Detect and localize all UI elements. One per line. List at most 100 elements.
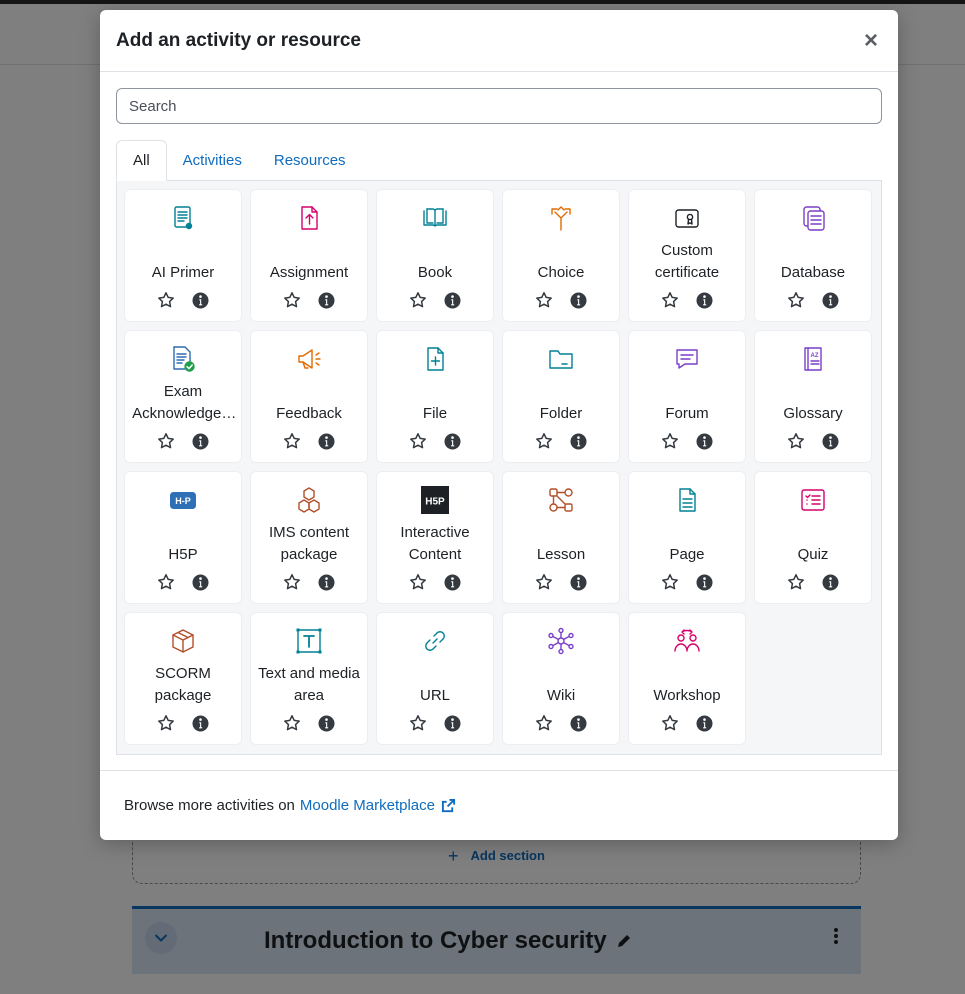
info-icon[interactable]	[192, 714, 210, 732]
info-icon[interactable]	[822, 432, 840, 450]
activity-label: Feedback	[255, 377, 363, 425]
h5p-icon: H-P	[167, 484, 199, 516]
star-icon[interactable]	[283, 573, 301, 591]
info-icon[interactable]	[570, 291, 588, 309]
activity-actions	[377, 291, 493, 309]
star-icon[interactable]	[283, 714, 301, 732]
star-icon[interactable]	[787, 573, 805, 591]
activity-label: Database	[759, 236, 867, 284]
activity-card-book[interactable]: Book	[376, 189, 494, 322]
star-icon[interactable]	[283, 291, 301, 309]
activity-card-custom-certificate[interactable]: Custom certificate	[628, 189, 746, 322]
activity-label: Glossary	[759, 377, 867, 425]
star-icon[interactable]	[283, 432, 301, 450]
info-icon[interactable]	[318, 291, 336, 309]
svg-text:H5P: H5P	[425, 497, 445, 508]
star-icon[interactable]	[535, 291, 553, 309]
star-icon[interactable]	[409, 573, 427, 591]
star-icon[interactable]	[661, 291, 679, 309]
tab-activities[interactable]: Activities	[167, 140, 258, 181]
info-icon[interactable]	[444, 573, 462, 591]
activity-card-file[interactable]: File	[376, 330, 494, 463]
info-icon[interactable]	[444, 432, 462, 450]
star-icon[interactable]	[661, 573, 679, 591]
activity-card-forum[interactable]: Forum	[628, 330, 746, 463]
activity-actions	[503, 573, 619, 591]
moodle-marketplace-link[interactable]: Moodle Marketplace	[300, 797, 456, 814]
info-icon[interactable]	[192, 291, 210, 309]
activity-label-text: Workshop	[653, 687, 721, 704]
star-icon[interactable]	[157, 432, 175, 450]
activity-label-text: Glossary	[783, 405, 843, 422]
activity-card-feedback[interactable]: Feedback	[250, 330, 368, 463]
activity-card-scorm-package[interactable]: SCORM package	[124, 612, 242, 745]
tab-resources[interactable]: Resources	[258, 140, 362, 181]
star-icon[interactable]	[409, 432, 427, 450]
activity-card-wiki[interactable]: Wiki	[502, 612, 620, 745]
activity-card-database[interactable]: Database	[754, 189, 872, 322]
activity-actions	[251, 573, 367, 591]
activity-card-h5p[interactable]: H-P H5P	[124, 471, 242, 604]
ims-package-icon	[293, 484, 325, 516]
star-icon[interactable]	[409, 714, 427, 732]
activity-label: Quiz	[759, 518, 867, 566]
activity-actions	[629, 291, 745, 309]
close-icon[interactable]: ×	[860, 27, 882, 55]
info-icon[interactable]	[318, 714, 336, 732]
info-icon[interactable]	[696, 291, 714, 309]
star-icon[interactable]	[787, 432, 805, 450]
info-icon[interactable]	[696, 714, 714, 732]
info-icon[interactable]	[570, 432, 588, 450]
activity-label-text: Forum	[665, 405, 709, 422]
activity-card-interactive-content[interactable]: H5P Interactive Content	[376, 471, 494, 604]
info-icon[interactable]	[822, 291, 840, 309]
activity-label: Choice	[507, 236, 615, 284]
star-icon[interactable]	[409, 291, 427, 309]
info-icon[interactable]	[318, 573, 336, 591]
activity-card-workshop[interactable]: Workshop	[628, 612, 746, 745]
info-icon[interactable]	[696, 432, 714, 450]
activity-label-text: IMS content package	[268, 524, 350, 563]
info-icon[interactable]	[696, 573, 714, 591]
info-icon[interactable]	[444, 714, 462, 732]
activity-grid: AI Primer Assignment Book Choice Custom cert…	[124, 189, 874, 745]
activity-card-folder[interactable]: Folder	[502, 330, 620, 463]
star-icon[interactable]	[535, 573, 553, 591]
activity-card-exam-acknowledgement[interactable]: Exam Acknowledgement	[124, 330, 242, 463]
activity-card-glossary[interactable]: AZ Glossary	[754, 330, 872, 463]
tab-all[interactable]: All	[116, 140, 167, 181]
info-icon[interactable]	[822, 573, 840, 591]
star-icon[interactable]	[535, 432, 553, 450]
star-icon[interactable]	[661, 432, 679, 450]
activity-card-quiz[interactable]: Quiz	[754, 471, 872, 604]
star-icon[interactable]	[535, 714, 553, 732]
star-icon[interactable]	[157, 291, 175, 309]
info-icon[interactable]	[318, 432, 336, 450]
activity-card-ai-primer[interactable]: AI Primer	[124, 189, 242, 322]
info-icon[interactable]	[570, 714, 588, 732]
activity-card-url[interactable]: URL	[376, 612, 494, 745]
quiz-icon	[797, 484, 829, 516]
star-icon[interactable]	[157, 714, 175, 732]
activity-actions	[125, 432, 241, 450]
search-input[interactable]	[116, 88, 882, 124]
activity-card-choice[interactable]: Choice	[502, 189, 620, 322]
activity-label: URL	[381, 659, 489, 707]
modal-header: Add an activity or resource ×	[100, 10, 898, 72]
activity-chooser-modal: Add an activity or resource × All Activi…	[100, 10, 898, 840]
activity-actions	[377, 714, 493, 732]
activity-card-page[interactable]: Page	[628, 471, 746, 604]
info-icon[interactable]	[192, 573, 210, 591]
activity-card-assignment[interactable]: Assignment	[250, 189, 368, 322]
star-icon[interactable]	[661, 714, 679, 732]
activity-card-ims-content-package[interactable]: IMS content package	[250, 471, 368, 604]
activity-card-text-and-media-area[interactable]: Text and media area	[250, 612, 368, 745]
star-icon[interactable]	[157, 573, 175, 591]
info-icon[interactable]	[444, 291, 462, 309]
activity-actions	[125, 291, 241, 309]
activity-card-lesson[interactable]: Lesson	[502, 471, 620, 604]
info-icon[interactable]	[570, 573, 588, 591]
info-icon[interactable]	[192, 432, 210, 450]
activity-label: File	[381, 377, 489, 425]
star-icon[interactable]	[787, 291, 805, 309]
